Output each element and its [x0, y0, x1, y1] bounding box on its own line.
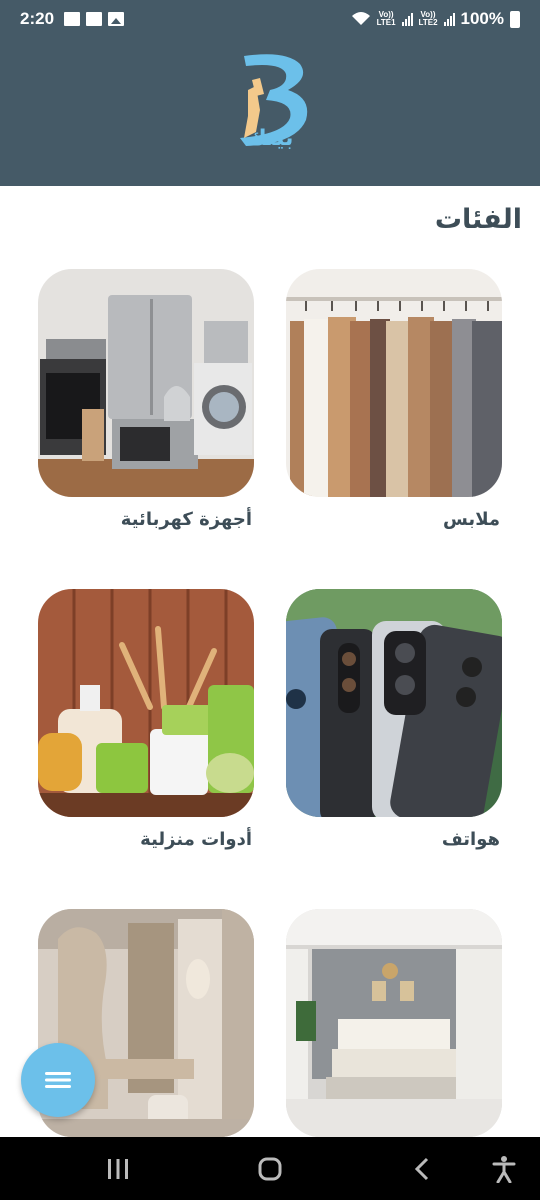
home-icon [258, 1157, 282, 1181]
status-bar: 2:20 Vo)) LTE1 Vo)) LTE2 100% [0, 0, 540, 38]
back-button[interactable] [402, 1151, 442, 1187]
category-label: أجهزة كهربائية [120, 509, 252, 530]
gallery-notification-icon [108, 12, 125, 26]
category-clothes[interactable]: ملابس [286, 269, 502, 530]
menu-icon [45, 1072, 71, 1088]
category-image [286, 589, 502, 817]
accessibility-button[interactable] [484, 1151, 524, 1187]
category-phones[interactable]: هواتف [286, 589, 502, 850]
recents-button[interactable] [98, 1151, 138, 1187]
brand-logo-text: بيتك [246, 126, 294, 151]
category-label: ملابس [442, 509, 500, 530]
category-image [286, 269, 502, 497]
app-header: بيتك [0, 38, 540, 186]
recents-icon [108, 1159, 128, 1179]
back-icon [414, 1157, 429, 1181]
home-button[interactable] [250, 1151, 290, 1187]
category-label: أدوات منزلية [140, 829, 252, 850]
category-image [38, 589, 254, 817]
signal-bars-icon [443, 12, 455, 26]
status-time: 2:20 [20, 9, 55, 28]
category-bedroom[interactable] [286, 909, 502, 1137]
notification-icon [64, 12, 81, 26]
category-label: هواتف [441, 829, 500, 850]
system-nav-bar [0, 1137, 540, 1200]
menu-fab-button[interactable] [21, 1043, 95, 1117]
category-kitchenware[interactable]: أدوات منزلية [38, 589, 254, 850]
notification-icon [86, 12, 103, 26]
wifi-icon [351, 12, 370, 25]
battery-icon [510, 10, 520, 28]
category-image [38, 269, 254, 497]
battery-percent: 100% [460, 9, 504, 28]
page-title: الفئات [434, 204, 522, 235]
category-image [286, 909, 502, 1137]
signal-bars-icon [401, 12, 413, 26]
sim1-indicator: Vo)) LTE1 [376, 10, 396, 27]
notification-icons [64, 12, 125, 26]
sim2-indicator: Vo)) LTE2 [418, 10, 438, 27]
category-appliances[interactable]: أجهزة كهربائية [38, 269, 254, 530]
brand-logo-icon [240, 54, 308, 147]
accessibility-icon [492, 1156, 516, 1183]
